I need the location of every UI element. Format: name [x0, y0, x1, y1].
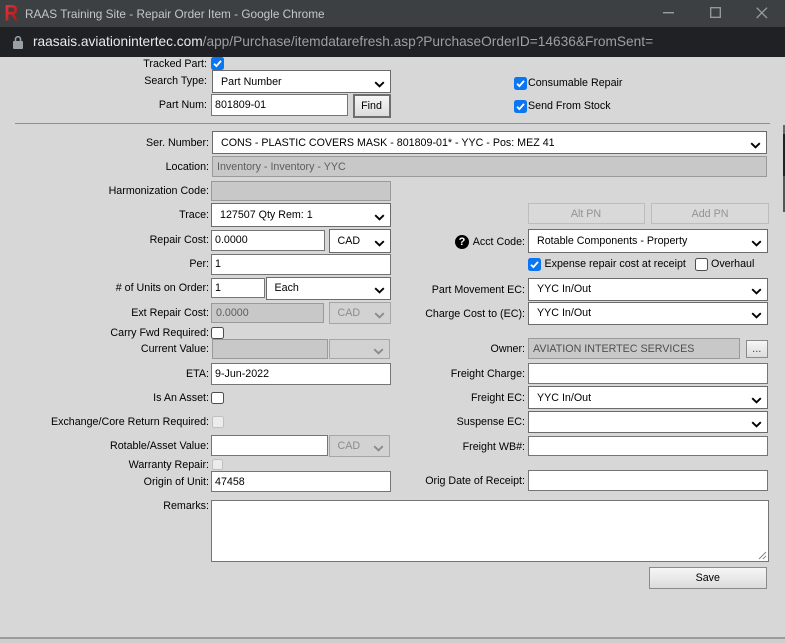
svg-text:R: R [4, 4, 18, 22]
